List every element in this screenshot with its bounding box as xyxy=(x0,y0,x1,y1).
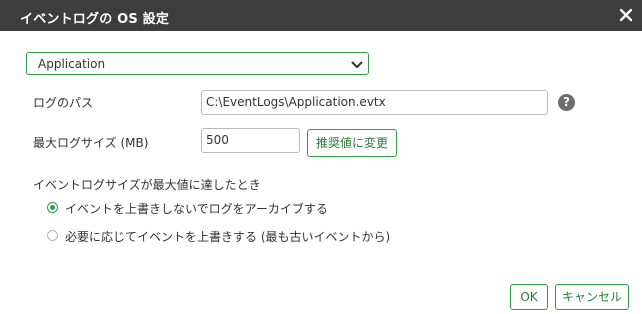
on-max-size-heading: イベントログサイズが最大値に達したとき xyxy=(33,178,261,192)
help-icon[interactable]: ? xyxy=(558,94,575,111)
cancel-button[interactable]: キャンセル xyxy=(555,284,629,310)
dialog-title: イベントログの OS 設定 xyxy=(20,12,170,27)
set-recommended-button[interactable]: 推奨値に変更 xyxy=(307,129,397,157)
overwrite-option-label[interactable]: 必要に応じてイベントを上書きする (最も古いイベントから) xyxy=(65,228,390,245)
overwrite-radio[interactable] xyxy=(47,230,58,241)
dialog-titlebar: イベントログの OS 設定 xyxy=(0,0,642,31)
event-log-os-settings-dialog: イベントログの OS 設定 Application ログのパス C:\Event… xyxy=(0,0,642,314)
log-path-label: ログのパス xyxy=(33,96,94,110)
max-log-size-label: 最大ログサイズ (MB) xyxy=(33,136,149,150)
log-type-select[interactable]: Application xyxy=(26,52,369,75)
close-icon[interactable] xyxy=(618,7,634,23)
log-type-selected-value: Application xyxy=(38,57,106,71)
log-path-input[interactable]: C:\EventLogs\Application.evtx xyxy=(201,90,548,115)
max-log-size-input[interactable]: 500 xyxy=(201,128,300,153)
archive-radio[interactable] xyxy=(47,202,58,213)
chevron-down-icon xyxy=(351,59,363,73)
ok-button[interactable]: OK xyxy=(510,284,548,310)
archive-option-label[interactable]: イベントを上書きしないでログをアーカイブする xyxy=(65,200,328,217)
